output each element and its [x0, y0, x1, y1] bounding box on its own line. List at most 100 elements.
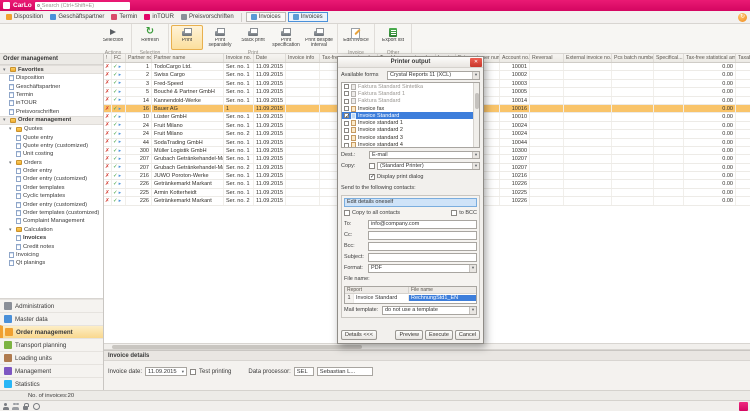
cc-input[interactable] — [368, 231, 477, 240]
sidebar-nav-loading-units[interactable]: Loading units — [0, 351, 103, 364]
sidebar-item-order-templates-customized[interactable]: Order templates (customized) — [0, 209, 103, 217]
destination-select[interactable]: E-mail ▾ — [369, 150, 480, 159]
form-item-invoice-standard[interactable]: Invoice Standard — [342, 112, 473, 120]
ribbon-button-print-specification[interactable]: Print specification — [270, 25, 302, 50]
horizontal-scrollbar[interactable] — [104, 343, 750, 350]
form-item-faktura-standard-1[interactable]: Faktura Standard 1 — [342, 90, 473, 97]
sidebar-item-qt-planings[interactable]: Qt planings — [0, 259, 103, 267]
sidebar-item-disposition[interactable]: Disposition — [0, 74, 103, 82]
sidebar-item-order-entry[interactable]: Order entry — [0, 167, 103, 175]
sidebar-item-intour[interactable]: inTOUR — [0, 99, 103, 107]
copy-all-contacts-checkbox[interactable] — [344, 210, 350, 217]
sidebar-item-calculation[interactable]: ▾ Calculation — [0, 226, 103, 234]
file-table-row[interactable]: 1 Invoice Standard RechnungStd1_EN — [345, 294, 476, 303]
lock-icon[interactable] — [22, 402, 29, 410]
sidebar-item-termin[interactable]: Termin — [0, 91, 103, 99]
form-item-faktura-standard[interactable]: Faktura Standard — [342, 98, 473, 105]
form-checkbox[interactable] — [344, 135, 349, 141]
data-processor-code-input[interactable]: SEL — [293, 367, 314, 376]
column-header-partner-name[interactable]: Partner name — [152, 54, 224, 62]
copy-printer-select[interactable]: (Standard Printer) ▾ — [377, 161, 480, 170]
form-checkbox[interactable] — [344, 113, 350, 119]
to-bcc-checkbox[interactable] — [451, 210, 458, 217]
sidebar-item-quote-entry[interactable]: Quote entry — [0, 133, 103, 141]
sidebar-section-favorites[interactable]: ▾ Favorites — [0, 65, 103, 74]
column-header-account-no[interactable]: Account no. — [500, 54, 530, 62]
sidebar-item-invoicing[interactable]: Invoicing — [0, 251, 103, 259]
dialog-titlebar[interactable]: Printer output ✕ — [338, 57, 483, 68]
sidebar-item-invoices[interactable]: Invoices — [0, 234, 103, 242]
column-header-icon[interactable]: ! — [104, 54, 112, 62]
sidebar-item-complaint-management[interactable]: Complaint Management — [0, 217, 103, 225]
column-header-partner-no[interactable]: Partner no. — [126, 54, 152, 62]
form-checkbox[interactable] — [344, 120, 349, 126]
form-checkbox[interactable] — [344, 106, 349, 112]
quickbar-button-preisvorschriften[interactable]: Preisvorschriften — [178, 13, 237, 21]
to-input[interactable]: info@company.com — [368, 220, 477, 229]
sidebar-nav-management[interactable]: Management — [0, 364, 103, 377]
scrollbar-thumb[interactable] — [112, 345, 362, 349]
column-header-specifical[interactable]: Specifical... — [654, 54, 684, 62]
ribbon-button-refresh[interactable]: Refresh — [134, 25, 166, 50]
forms-list-scrollbar[interactable] — [473, 83, 479, 147]
display-print-dialog-checkbox[interactable] — [369, 173, 375, 180]
report-engine-select[interactable]: Crystal Reports 11 (XCL) ▾ — [387, 71, 480, 80]
ribbon-button-print-despite-interval[interactable]: Print despite interval — [303, 25, 335, 50]
bcc-input[interactable] — [368, 242, 477, 251]
sidebar-section-order-management[interactable]: ▾ Order management — [0, 115, 103, 125]
global-search-input[interactable]: Search (Ctrl+Shift+E) — [34, 1, 130, 10]
ribbon-button-print-separately[interactable]: Print separately — [204, 25, 236, 50]
file-row-filename[interactable]: RechnungStd1_EN — [409, 295, 476, 302]
user-icon[interactable] — [2, 402, 9, 410]
column-header-reversal[interactable]: Reversal — [530, 54, 564, 62]
users-icon[interactable] — [12, 402, 19, 410]
mail-template-select[interactable]: do not use a template ▾ — [382, 306, 477, 315]
details-toggle-button[interactable]: Details <<< — [341, 330, 377, 340]
test-printing-checkbox[interactable] — [190, 368, 197, 375]
sidebar-item-quote-entry-customized[interactable]: Quote entry (customized) — [0, 142, 103, 150]
column-header-date[interactable]: Date — [254, 54, 286, 62]
ribbon-button-stack-print[interactable]: Stack print — [237, 25, 269, 50]
sidebar-item-preisvorschriften[interactable]: Preisvorschriften — [0, 108, 103, 116]
column-header-invoice-info[interactable]: Invoice info — [286, 54, 320, 62]
form-checkbox[interactable] — [344, 127, 349, 133]
execute-button[interactable]: Execute — [425, 330, 453, 340]
sidebar-nav-master-data[interactable]: Master data — [0, 312, 103, 325]
quickbar-button-disposition[interactable]: Disposition — [3, 13, 46, 21]
column-header-fc[interactable]: FC — [112, 54, 126, 62]
subject-input[interactable] — [368, 253, 477, 262]
form-checkbox[interactable] — [344, 91, 349, 97]
quickbar-button-termin[interactable]: Termin — [108, 13, 140, 21]
dialog-close-button[interactable]: ✕ — [470, 58, 482, 67]
sync-icon[interactable]: ↻ — [738, 12, 747, 22]
cancel-button[interactable]: Cancel — [454, 330, 480, 340]
form-item-invoice-standard-2[interactable]: Invoice standard 2 — [342, 127, 473, 134]
ribbon-button-export-list[interactable]: Export list — [377, 25, 409, 50]
sidebar-item-gesch-ftspartner[interactable]: Geschäftspartner — [0, 82, 103, 90]
column-header-invoice-no[interactable]: Invoice no. — [224, 54, 254, 62]
column-header-pcs-batch-number[interactable]: Pcs batch number — [612, 54, 654, 62]
form-item-invoice-fax[interactable]: Invoice fax — [342, 105, 473, 112]
tab-invoices[interactable]: Invoices — [245, 12, 286, 22]
sidebar-item-order-entry-customized[interactable]: Order entry (customized) — [0, 200, 103, 208]
ribbon-button-selection[interactable]: Selection — [97, 25, 129, 50]
sidebar-nav-order-management[interactable]: Order management — [0, 325, 103, 338]
column-header-taxable-statistical-amo[interactable]: Taxable statistical amo... — [736, 54, 750, 62]
invoice-date-input[interactable]: 11.09.2015 ▾ — [145, 367, 188, 376]
form-checkbox[interactable] — [344, 84, 349, 90]
sidebar-nav-transport-planning[interactable]: Transport planning — [0, 338, 103, 351]
ribbon-button-print[interactable]: Print — [171, 25, 203, 50]
form-item-faktura-standard-sintetika[interactable]: Faktura Standard Sintetika — [342, 83, 473, 90]
tab-invoices[interactable]: Invoices — [287, 12, 328, 22]
settings-icon[interactable] — [32, 403, 40, 410]
data-processor-name-input[interactable]: Sebastian L... — [316, 367, 373, 376]
form-item-invoice-standard-1[interactable]: Invoice standard 1 — [342, 119, 473, 127]
format-select[interactable]: PDF ▾ — [368, 264, 477, 273]
sidebar-item-cyclic-templates[interactable]: Cyclic templates — [0, 192, 103, 200]
sidebar-nav-administration[interactable]: Administration — [0, 299, 103, 312]
copy-checkbox[interactable] — [369, 162, 375, 169]
form-item-invoice-standard-4[interactable]: Invoice standard 4 — [342, 141, 473, 147]
scrollbar-thumb[interactable] — [475, 93, 479, 109]
quickbar-button-gesch-ftspartner[interactable]: Geschäftspartner — [47, 13, 107, 21]
sidebar-item-quotes[interactable]: ▾ Quotes — [0, 125, 103, 133]
